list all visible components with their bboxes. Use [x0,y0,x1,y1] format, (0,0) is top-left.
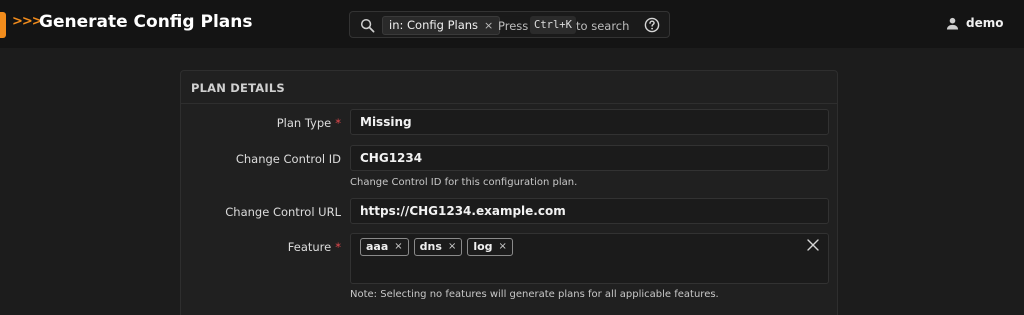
clear-icon[interactable] [807,239,819,251]
help-icon[interactable] [644,17,660,33]
remove-tag-icon[interactable]: × [394,239,402,255]
user-menu[interactable]: demo [946,16,1003,30]
search-bar[interactable]: in: Config Plans × Press Ctrl+K to searc… [349,11,670,38]
search-scope-label: in: Config Plans [389,18,479,32]
search-hint-press: Press [498,19,529,33]
search-scope-chip[interactable]: in: Config Plans × [382,16,501,35]
change-control-id-help: Change Control ID for this configuration… [350,177,578,188]
plan-type-select[interactable]: Missing [350,109,829,135]
change-control-id-label: Change Control ID [235,152,341,166]
user-name: demo [966,16,1004,30]
top-bar: >>> Generate Config Plans in: Config Pla… [0,0,1024,48]
sidebar-toggle-tab[interactable] [0,12,6,38]
keyboard-shortcut: Ctrl+K [530,16,576,34]
feature-label: Feature * [181,240,341,254]
plan-type-label-text: Plan Type [276,116,332,130]
remove-tag-icon[interactable]: × [448,239,456,255]
change-control-url-label: Change Control URL [225,205,341,219]
user-icon [946,17,959,30]
tag-label: aaa [366,240,389,253]
feature-tags: aaa × dns × log × [360,238,513,256]
plan-type-label: Plan Type * [181,116,341,130]
search-icon [360,18,375,33]
search-hint-to-search: to search [576,19,630,33]
tag-label: dns [419,240,442,253]
feature-tag-log: log × [467,238,513,256]
tag-label: log [473,240,493,253]
remove-tag-icon[interactable]: × [499,239,507,255]
feature-label-text: Feature [287,240,332,254]
change-control-id-input[interactable]: CHG1234 [350,145,829,171]
change-control-url-input[interactable]: https://CHG1234.example.com [350,198,829,224]
plan-details-panel: PLAN DETAILS Plan Type * Missing Change C… [180,70,838,315]
feature-multiselect[interactable]: aaa × dns × log × [350,233,829,284]
feature-help: Note: Selecting no features will generat… [350,289,719,300]
feature-tag-aaa: aaa × [360,238,409,256]
page-title: Generate Config Plans [39,12,253,32]
required-marker: * [335,116,341,130]
panel-title: PLAN DETAILS [181,71,837,104]
close-icon[interactable]: × [484,17,493,34]
feature-tag-dns: dns × [413,238,463,256]
required-marker: * [335,240,341,254]
logo-chevrons-icon: >>> [12,14,43,29]
